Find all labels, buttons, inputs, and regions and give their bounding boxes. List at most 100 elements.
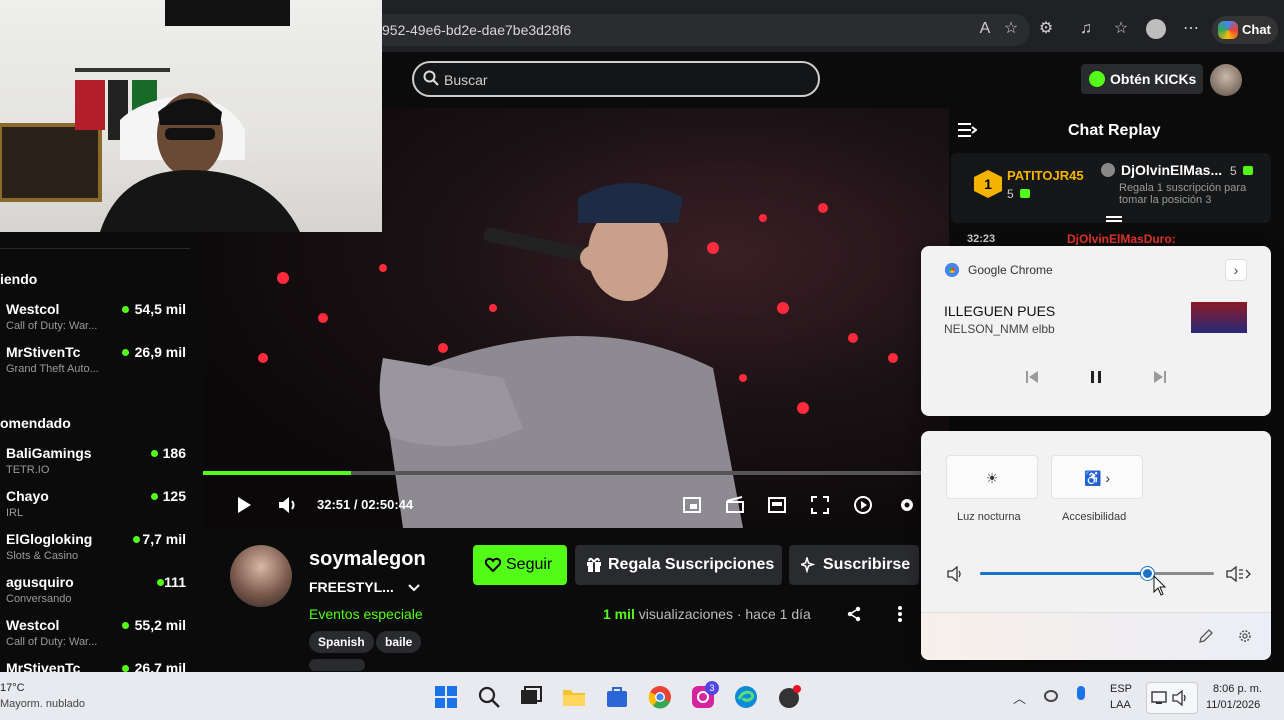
sidebar-item[interactable]: MrStivenTc 26,7 mil: [0, 658, 190, 672]
file-explorer-icon[interactable]: [561, 684, 587, 710]
media-artist: NELSON_NMM elbb: [944, 322, 1055, 336]
channel-name[interactable]: soymalegon: [309, 548, 426, 571]
language-code[interactable]: ESP: [1110, 683, 1132, 695]
app-icon[interactable]: [776, 684, 802, 710]
media-icon[interactable]: ♫: [1075, 18, 1097, 40]
channel-category: Grand Theft Auto...: [6, 363, 99, 375]
search-placeholder: Buscar: [444, 72, 488, 88]
play-icon[interactable]: [236, 496, 252, 514]
weather-temp[interactable]: 17°C: [0, 682, 25, 694]
stream-category[interactable]: Eventos especiale: [309, 606, 423, 622]
media-app-name: Google Chrome: [968, 263, 1053, 277]
view-count: 1 mil visualizaciones · hace 1 día: [603, 606, 811, 622]
accessibility-icon: ♿ ›: [1084, 470, 1110, 486]
previous-track-icon[interactable]: [1025, 370, 1039, 384]
kicks-label: Obtén KICKs: [1110, 71, 1197, 87]
chevron-up-icon[interactable]: ︿: [1013, 688, 1026, 707]
sidebar-section-following: iendo: [0, 271, 38, 287]
view-count-value: 1 mil: [603, 606, 635, 622]
star-icon[interactable]: ☆: [1000, 18, 1022, 40]
volume-icon[interactable]: [277, 495, 299, 515]
tag-chip-partial[interactable]: [309, 659, 365, 671]
sidebar-item[interactable]: BaliGamings TETR.IO 186: [0, 443, 190, 483]
profile-icon[interactable]: [1146, 19, 1166, 39]
sub-icon: [1020, 189, 1030, 198]
gear-icon[interactable]: [1237, 628, 1253, 644]
chevron-right-icon[interactable]: ›: [1225, 259, 1247, 281]
volume-slider-fill: [980, 572, 1149, 575]
live-dot-icon: [122, 306, 129, 313]
night-light-label: Luz nocturna: [957, 511, 1021, 523]
video-progress-fill: [203, 471, 351, 475]
settings-icon[interactable]: [897, 495, 917, 515]
message-user[interactable]: DjOlvinElMasDuro:: [1067, 232, 1176, 245]
channel-name: Westcol: [6, 617, 60, 633]
avatar[interactable]: [1210, 64, 1242, 96]
audio-output-icon[interactable]: [1226, 566, 1252, 582]
sidebar-item[interactable]: ElGlogloking Slots & Casino 7,7 mil: [0, 529, 190, 569]
more-vertical-icon[interactable]: [896, 605, 904, 623]
store-icon[interactable]: [604, 684, 630, 710]
windows-start-icon[interactable]: [433, 684, 459, 710]
live-dot-icon: [133, 536, 140, 543]
live-dot-icon: [151, 450, 158, 457]
speed-icon[interactable]: [853, 495, 873, 515]
viewer-count: 26,9 mil: [134, 344, 186, 360]
microphone-icon[interactable]: [1077, 686, 1085, 700]
extensions-icon[interactable]: ⚙: [1035, 18, 1057, 40]
sidebar-item[interactable]: Westcol Call of Duty: War... 55,2 mil: [0, 615, 190, 655]
chevron-down-icon[interactable]: [407, 582, 421, 594]
sidebar-item[interactable]: Westcol Call of Duty: War... 54,5 mil: [0, 299, 190, 339]
night-light-toggle[interactable]: ☀: [946, 455, 1038, 499]
favorites-icon[interactable]: ☆: [1110, 18, 1132, 40]
channel-name: Westcol: [6, 301, 60, 317]
tag-chip[interactable]: Spanish: [309, 631, 374, 653]
clock-time[interactable]: 8:06 p. m.: [1213, 683, 1262, 695]
keyboard-layout: LAA: [1110, 699, 1131, 711]
pause-icon[interactable]: [1089, 370, 1103, 384]
viewer-count: 7,7 mil: [142, 531, 186, 547]
edge-icon[interactable]: [733, 684, 759, 710]
channel-category: IRL: [6, 507, 24, 519]
viewer-count: 125: [162, 488, 186, 504]
network-icon[interactable]: [1044, 690, 1058, 702]
gifter-name: DjOlvinElMas...: [1121, 162, 1223, 178]
theater-mode-icon[interactable]: [768, 496, 786, 514]
gifter-count: 5: [1230, 164, 1237, 178]
task-view-icon[interactable]: [518, 684, 544, 710]
channel-avatar[interactable]: [230, 545, 292, 607]
read-aloud-icon[interactable]: A: [974, 18, 996, 40]
sidebar-item[interactable]: MrStivenTc Grand Theft Auto... 26,9 mil: [0, 342, 190, 382]
media-flyout: Google Chrome › ILLEGUEN PUES NELSON_NMM…: [921, 246, 1271, 416]
weather-desc: Mayorm. nublado: [0, 698, 85, 710]
search-icon[interactable]: [476, 684, 502, 710]
gift-user-icon: [1101, 163, 1115, 177]
tag-chip[interactable]: baile: [376, 631, 422, 653]
viewer-count: 111: [164, 574, 186, 590]
message-timestamp: 32:23: [967, 233, 996, 245]
sidebar-item[interactable]: agusquiro Conversando 111: [0, 572, 190, 612]
speaker-icon[interactable]: [947, 566, 965, 582]
clip-icon[interactable]: [726, 496, 744, 514]
fullscreen-icon[interactable]: [811, 496, 829, 514]
live-dot-icon: [151, 493, 158, 500]
sidebar-section-recommended: omendado: [0, 415, 71, 431]
sidebar-item[interactable]: Chayo IRL 125: [0, 486, 190, 526]
more-icon[interactable]: ⋯: [1180, 18, 1202, 40]
collapse-chat-icon[interactable]: [957, 122, 977, 138]
chat-label: Chat: [1242, 22, 1271, 37]
gift-subs-button[interactable]: Regala Suscripciones: [575, 545, 782, 585]
edit-icon[interactable]: [1198, 628, 1214, 644]
accessibility-toggle[interactable]: ♿ ›: [1051, 455, 1143, 499]
share-icon[interactable]: [846, 606, 862, 622]
next-track-icon[interactable]: [1153, 370, 1167, 384]
video-timecode: 32:51 / 02:50:44: [317, 497, 414, 512]
chrome-icon[interactable]: [647, 684, 673, 710]
pip-icon[interactable]: [683, 496, 701, 514]
view-count-text: visualizaciones · hace 1 día: [634, 606, 811, 622]
gift-prompt: Regala 1 suscripción para tomar la posic…: [1119, 182, 1247, 206]
viewer-count: 186: [162, 445, 186, 461]
sidebar-divider: [0, 248, 190, 249]
expand-icon[interactable]: [1106, 216, 1122, 222]
chat-title: Chat Replay: [1068, 122, 1161, 139]
